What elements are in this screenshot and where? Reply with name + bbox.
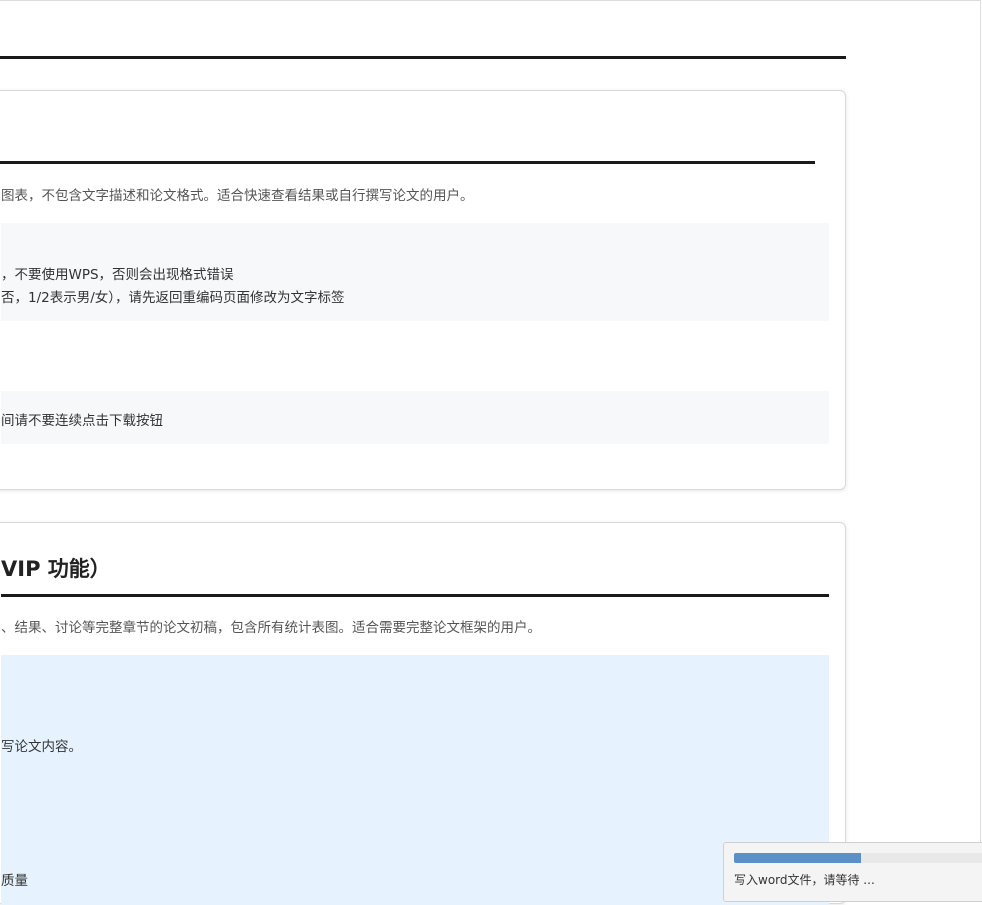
export-option-card-vip: VIP 功能） 、结果、讨论等完整章节的论文初稿，包含所有统计表图。适合需要完整… [0, 522, 846, 905]
vip-feature-box: 写论文内容。 质量 [1, 655, 829, 905]
notice-line: ，不要使用WPS，否则会出现格式错误 [1, 267, 234, 283]
card-heading-rule [0, 161, 815, 164]
download-notice-box: 间请不要连续点击下载按钮 [1, 391, 829, 444]
progress-bar [734, 853, 982, 863]
feature-line: 质量 [1, 873, 28, 889]
export-option-card-basic: 图表，不包含文字描述和论文格式。适合快速查看结果或自行撰写论文的用户。 ，不要使… [0, 90, 846, 490]
notice-box: ，不要使用WPS，否则会出现格式错误 否，1/2表示男/女），请先返回重编码页面… [1, 223, 829, 321]
notice-line: 否，1/2表示男/女），请先返回重编码页面修改为文字标签 [1, 290, 345, 306]
card-description: 、结果、讨论等完整章节的论文初稿，包含所有统计表图。适合需要完整论文框架的用户。 [1, 620, 541, 636]
export-progress-panel: 写入word文件，请等待 ... [723, 842, 982, 902]
card-title: VIP 功能） [1, 557, 111, 581]
card-description: 图表，不包含文字描述和论文格式。适合快速查看结果或自行撰写论文的用户。 [1, 188, 474, 204]
progress-status-text: 写入word文件，请等待 ... [734, 873, 875, 887]
notice-line: 间请不要连续点击下载按钮 [1, 413, 163, 429]
progress-bar-fill [734, 853, 862, 863]
feature-line: 写论文内容。 [1, 739, 82, 755]
card-heading-rule [1, 594, 829, 597]
section-divider [0, 56, 846, 59]
